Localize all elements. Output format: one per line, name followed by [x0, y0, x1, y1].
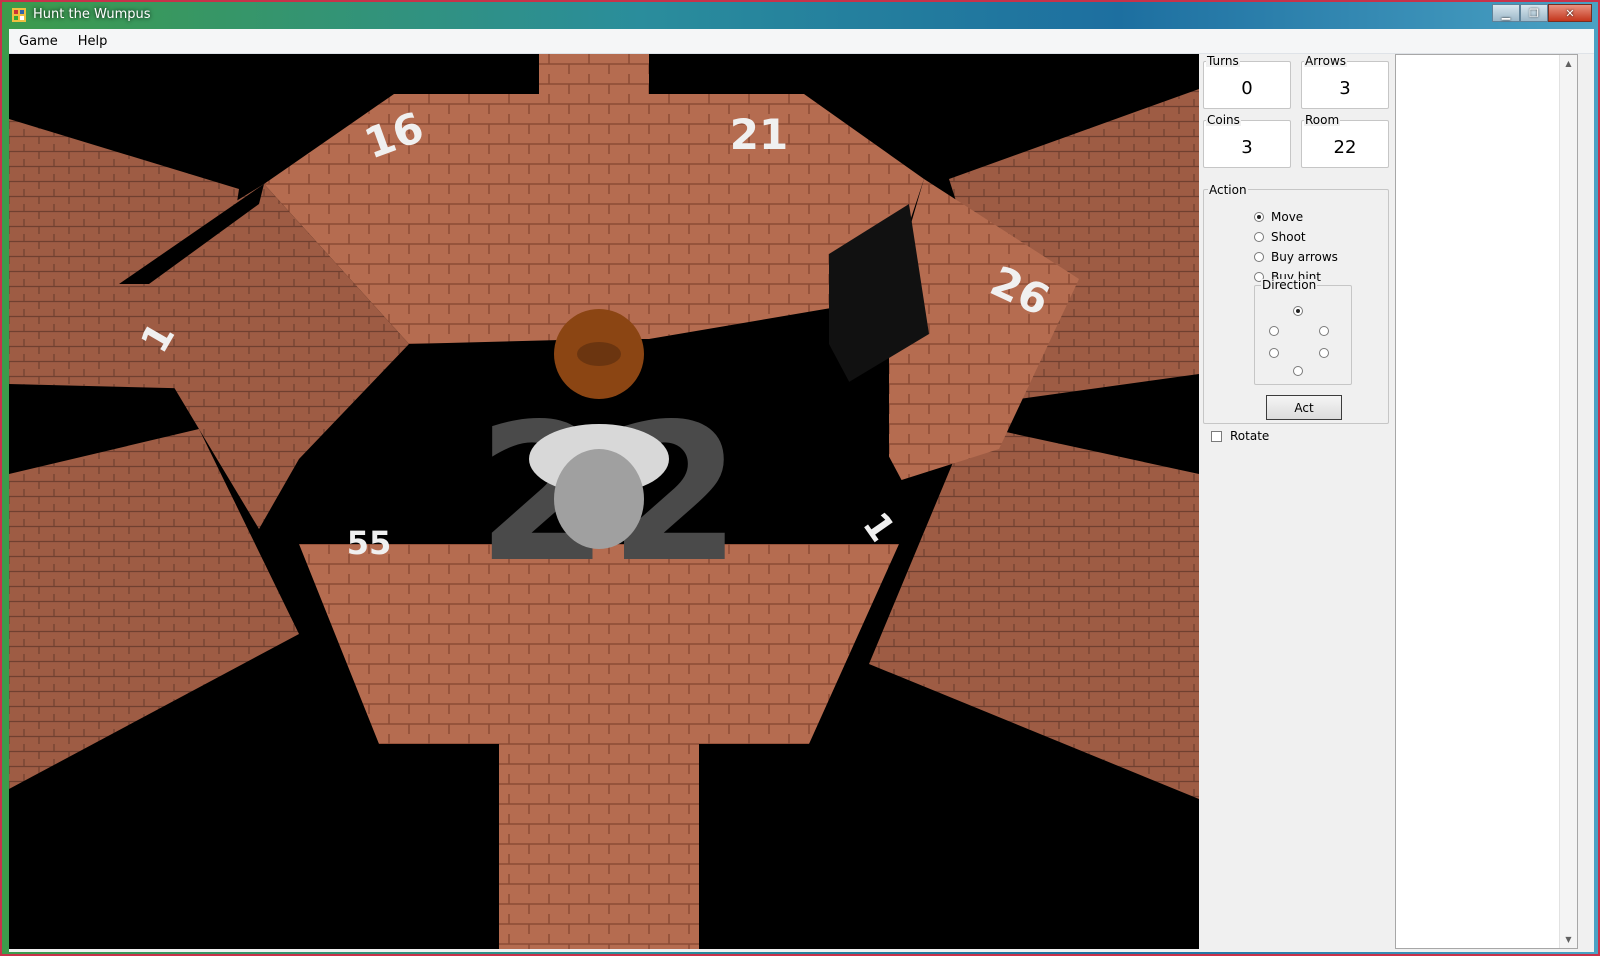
room-value: 22	[1333, 137, 1357, 158]
room-label: Room	[1304, 113, 1341, 127]
room-label-bottom-left: 55	[347, 524, 392, 562]
direction-southeast-radio[interactable]	[1319, 348, 1329, 358]
radio-shoot[interactable]: Shoot	[1254, 230, 1306, 244]
radio-button[interactable]	[1254, 212, 1264, 222]
direction-north-radio[interactable]	[1293, 306, 1303, 316]
corridor-top	[539, 54, 649, 94]
act-button[interactable]: Act	[1266, 395, 1342, 420]
turns-box: Turns 0	[1203, 55, 1291, 109]
coins-box: Coins 3	[1203, 114, 1291, 168]
direction-south-radio[interactable]	[1293, 366, 1303, 376]
room-box: Room 22	[1301, 114, 1389, 168]
arrows-box: Arrows 3	[1301, 55, 1389, 109]
game-viewport[interactable]: 22 16 21 26 1 55 1	[9, 54, 1199, 949]
scrollbar[interactable]: ▲ ▼	[1559, 55, 1577, 948]
menu-game[interactable]: Game	[9, 34, 68, 49]
corridor-right-bottom	[869, 424, 1199, 799]
room-scene: 22 16 21 26 1 55 1	[9, 54, 1199, 949]
rotate-checkbox[interactable]	[1211, 430, 1222, 442]
scroll-up-icon[interactable]: ▲	[1560, 55, 1577, 72]
maximize-button[interactable]: ❐	[1520, 4, 1548, 22]
player-hair	[577, 342, 621, 366]
radio-buy-arrows-label: Buy arrows	[1271, 250, 1338, 264]
turns-label: Turns	[1206, 54, 1240, 68]
radio-move[interactable]: Move	[1254, 210, 1303, 224]
radio-button[interactable]	[1254, 252, 1264, 262]
coins-label: Coins	[1206, 113, 1241, 127]
arrows-label: Arrows	[1304, 54, 1348, 68]
app-icon	[12, 8, 26, 22]
radio-button[interactable]	[1254, 232, 1264, 242]
direction-northeast-radio[interactable]	[1319, 326, 1329, 336]
direction-southwest-radio[interactable]	[1269, 348, 1279, 358]
radio-buy-arrows[interactable]: Buy arrows	[1254, 250, 1338, 264]
close-button[interactable]: ✕	[1548, 4, 1592, 22]
minimize-button[interactable]: ▁	[1492, 4, 1520, 22]
room-label-21: 21	[730, 110, 788, 159]
coins-value: 3	[1241, 137, 1253, 158]
window-controls: ▁ ❐ ✕	[1492, 4, 1592, 22]
menu-bar: Game Help	[9, 29, 1594, 54]
window-frame: Hunt the Wumpus ▁ ❐ ✕ Game Help 16 21 26…	[0, 0, 1600, 956]
turns-value: 0	[1241, 78, 1253, 99]
arrows-value: 3	[1339, 78, 1351, 99]
action-label: Action	[1208, 183, 1248, 197]
radio-move-label: Move	[1271, 210, 1304, 224]
window-title: Hunt the Wumpus	[33, 7, 151, 22]
rotate-label: Rotate	[1230, 429, 1270, 443]
title-bar[interactable]: Hunt the Wumpus ▁ ❐ ✕	[4, 4, 1600, 26]
direction-label: Direction	[1261, 278, 1318, 292]
scroll-down-icon[interactable]: ▼	[1560, 931, 1577, 948]
control-panel: Turns 0 Arrows 3 Coins 3 Room 22 Action …	[1201, 54, 1393, 949]
menu-help[interactable]: Help	[68, 34, 118, 49]
client-area: Game Help 16 21 26 1 55 1 Turns 0 Arrows…	[9, 29, 1594, 952]
player-body	[554, 449, 644, 549]
radio-shoot-label: Shoot	[1271, 230, 1306, 244]
direction-group: Direction	[1254, 279, 1352, 385]
direction-northwest-radio[interactable]	[1269, 326, 1279, 336]
action-group: Action Move Shoot Buy arrows Buy hint Di…	[1203, 184, 1389, 424]
rotate-option[interactable]: Rotate	[1211, 429, 1269, 443]
message-log[interactable]: ▲ ▼	[1395, 54, 1578, 949]
